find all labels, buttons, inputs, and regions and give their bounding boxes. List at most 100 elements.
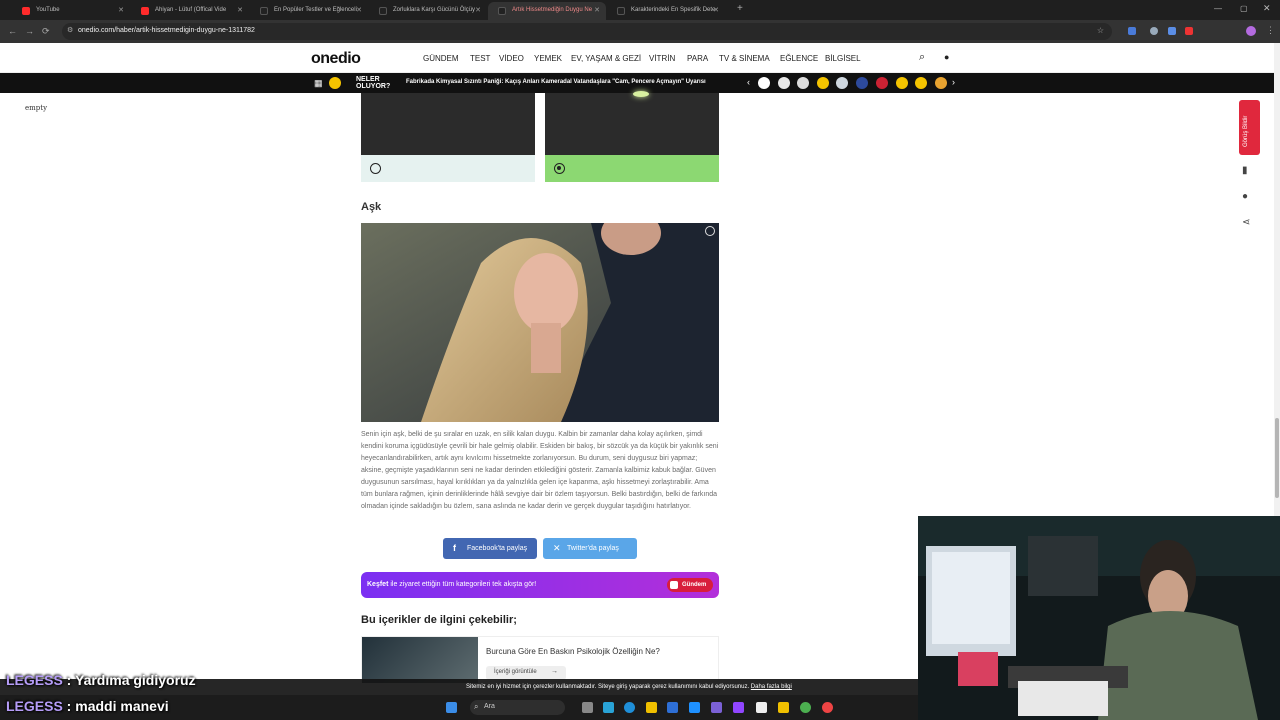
- related-title[interactable]: Burcuna Göre En Baskın Psikolojik Özelli…: [486, 647, 660, 656]
- nav-link[interactable]: TEST: [470, 54, 490, 63]
- nav-link[interactable]: EĞLENCE: [780, 54, 818, 63]
- browser-menu-icon[interactable]: ⋮: [1266, 25, 1275, 36]
- browser-tab[interactable]: YouTube ✕: [12, 2, 130, 20]
- facebook-share-button[interactable]: f Facebook'ta paylaş: [443, 538, 537, 559]
- twitter-share-button[interactable]: ✕ Twitter'da paylaş: [543, 538, 637, 559]
- related-card[interactable]: Burcuna Göre En Baskın Psikolojik Özelli…: [361, 636, 719, 683]
- chevron-right-icon[interactable]: ›: [952, 77, 955, 87]
- category-icon[interactable]: [817, 77, 829, 89]
- user-icon[interactable]: ●: [944, 52, 949, 62]
- nav-link[interactable]: GÜNDEM: [423, 54, 459, 63]
- forward-icon[interactable]: →: [25, 26, 34, 36]
- extension-icon[interactable]: [1150, 27, 1158, 35]
- extension-icon[interactable]: [1168, 27, 1176, 35]
- youtube-icon: [22, 7, 30, 15]
- nav-link[interactable]: VİTRİN: [649, 54, 675, 63]
- chat-message: LEGESS : maddi manevi: [6, 698, 169, 714]
- nav-link[interactable]: EV, YAŞAM & GEZİ: [571, 54, 641, 63]
- category-icon[interactable]: [935, 77, 947, 89]
- edge-icon[interactable]: [624, 702, 635, 713]
- twitch-icon[interactable]: [733, 702, 744, 713]
- category-icon[interactable]: [856, 77, 868, 89]
- browser-tab-active[interactable]: Artık Hissetmediğin Duygu Ne ✕: [488, 2, 606, 20]
- grid-icon[interactable]: ▦: [314, 78, 323, 89]
- scrollbar-thumb[interactable]: [1275, 418, 1279, 498]
- chrome-icon[interactable]: [800, 702, 811, 713]
- bookmark-star-icon[interactable]: ☆: [1097, 26, 1104, 35]
- browser-tab[interactable]: Zorluklara Karşı Gücünü Ölçüy ✕: [369, 2, 487, 20]
- comment-icon[interactable]: ●: [1242, 191, 1248, 202]
- opera-icon[interactable]: [822, 702, 833, 713]
- quiz-option-image[interactable]: [361, 93, 535, 155]
- browser-tab[interactable]: Karakterindeki En Spesifik Dete ✕: [607, 2, 725, 20]
- widgets-icon[interactable]: [603, 702, 614, 713]
- ticker-headline[interactable]: Fabrikada Kimyasal Sızıntı Paniği: Kaçış…: [406, 79, 706, 85]
- close-icon[interactable]: ✕: [237, 6, 243, 14]
- url-bar[interactable]: ⚙ onedio.com/haber/artik-hissetmedigin-d…: [62, 23, 1112, 40]
- category-icon[interactable]: [896, 77, 908, 89]
- discover-bold: Keşfet: [367, 581, 389, 588]
- nav-link[interactable]: PARA: [687, 54, 708, 63]
- close-icon[interactable]: ✕: [713, 6, 719, 14]
- discover-banner[interactable]: Keşfet ile ziyaret ettiğin tüm kategoril…: [361, 572, 719, 598]
- maximize-icon[interactable]: ▢: [1240, 4, 1248, 13]
- quiz-option-image[interactable]: [545, 91, 719, 155]
- close-icon[interactable]: ✕: [118, 6, 124, 14]
- share-icon[interactable]: ⋖: [1242, 217, 1250, 228]
- bookmark-icon[interactable]: ▮: [1242, 165, 1248, 176]
- nav-link[interactable]: YEMEK: [534, 54, 562, 63]
- windows-start-icon[interactable]: [446, 702, 457, 713]
- site-logo[interactable]: onedio: [311, 50, 361, 68]
- close-icon[interactable]: ✕: [475, 6, 481, 14]
- tab-title: YouTube: [36, 7, 60, 13]
- app-icon[interactable]: [756, 702, 767, 713]
- result-image: [361, 223, 719, 422]
- view-content-button[interactable]: İçeriği görüntüle →: [486, 666, 566, 680]
- nav-link[interactable]: TV & SİNEMA: [719, 54, 770, 63]
- close-icon[interactable]: ✕: [594, 6, 600, 14]
- teams-icon[interactable]: [711, 702, 722, 713]
- related-thumbnail[interactable]: [362, 637, 478, 683]
- store-icon[interactable]: [689, 702, 700, 713]
- cookie-more-link[interactable]: Daha fazla bilgi: [751, 684, 792, 690]
- category-icon[interactable]: [797, 77, 809, 89]
- gundem-button[interactable]: Gündem: [667, 578, 713, 592]
- browser-tab[interactable]: Ahiyan - Lütuf (Offical Vide ✕: [131, 2, 249, 20]
- tab-title: Ahiyan - Lütuf (Offical Vide: [155, 7, 227, 13]
- file-explorer-icon[interactable]: [646, 702, 657, 713]
- window-close-icon[interactable]: ✕: [1263, 3, 1271, 14]
- nav-link[interactable]: BİLGİSEL: [825, 54, 861, 63]
- search-icon[interactable]: ⌕: [919, 51, 925, 64]
- category-icon[interactable]: [758, 77, 770, 89]
- minimize-icon[interactable]: —: [1214, 4, 1222, 13]
- extension-icon[interactable]: [1185, 27, 1193, 35]
- back-icon[interactable]: ←: [8, 26, 17, 36]
- profile-avatar[interactable]: [1246, 26, 1256, 36]
- discover-text: ile ziyaret ettiğin tüm kategorileri tek…: [388, 581, 537, 588]
- category-icon[interactable]: [876, 77, 888, 89]
- image-source-icon[interactable]: [705, 226, 715, 236]
- onedio-icon: [379, 7, 387, 15]
- outlook-icon[interactable]: [667, 702, 678, 713]
- task-view-icon[interactable]: [582, 702, 593, 713]
- new-tab-button[interactable]: +: [737, 3, 743, 14]
- warning-app-icon[interactable]: [778, 702, 789, 713]
- category-icon[interactable]: [778, 77, 790, 89]
- browser-tab[interactable]: En Popüler Testler ve Eğlenceli ✕: [250, 2, 368, 20]
- nav-link[interactable]: VİDEO: [499, 54, 524, 63]
- radio-icon[interactable]: [370, 163, 381, 174]
- chevron-left-icon[interactable]: ‹: [747, 77, 750, 87]
- reload-icon[interactable]: ⟳: [42, 26, 50, 37]
- arrow-right-icon: →: [551, 668, 558, 675]
- radio-selected-icon[interactable]: [554, 163, 565, 174]
- category-icon[interactable]: [915, 77, 927, 89]
- close-icon[interactable]: ✕: [356, 6, 362, 14]
- category-icon[interactable]: [836, 77, 848, 89]
- feedback-button[interactable]: Görüş Bildir: [1239, 100, 1260, 155]
- site-header: onedio GÜNDEM TEST VİDEO YEMEK EV, YAŞAM…: [0, 43, 1274, 73]
- quiz-option-0[interactable]: [361, 155, 535, 182]
- site-info-icon[interactable]: ⚙: [67, 26, 73, 34]
- taskbar-search[interactable]: ⌕ Ara: [470, 700, 565, 715]
- extension-icon[interactable]: [1128, 27, 1136, 35]
- quiz-option-1[interactable]: [545, 155, 719, 182]
